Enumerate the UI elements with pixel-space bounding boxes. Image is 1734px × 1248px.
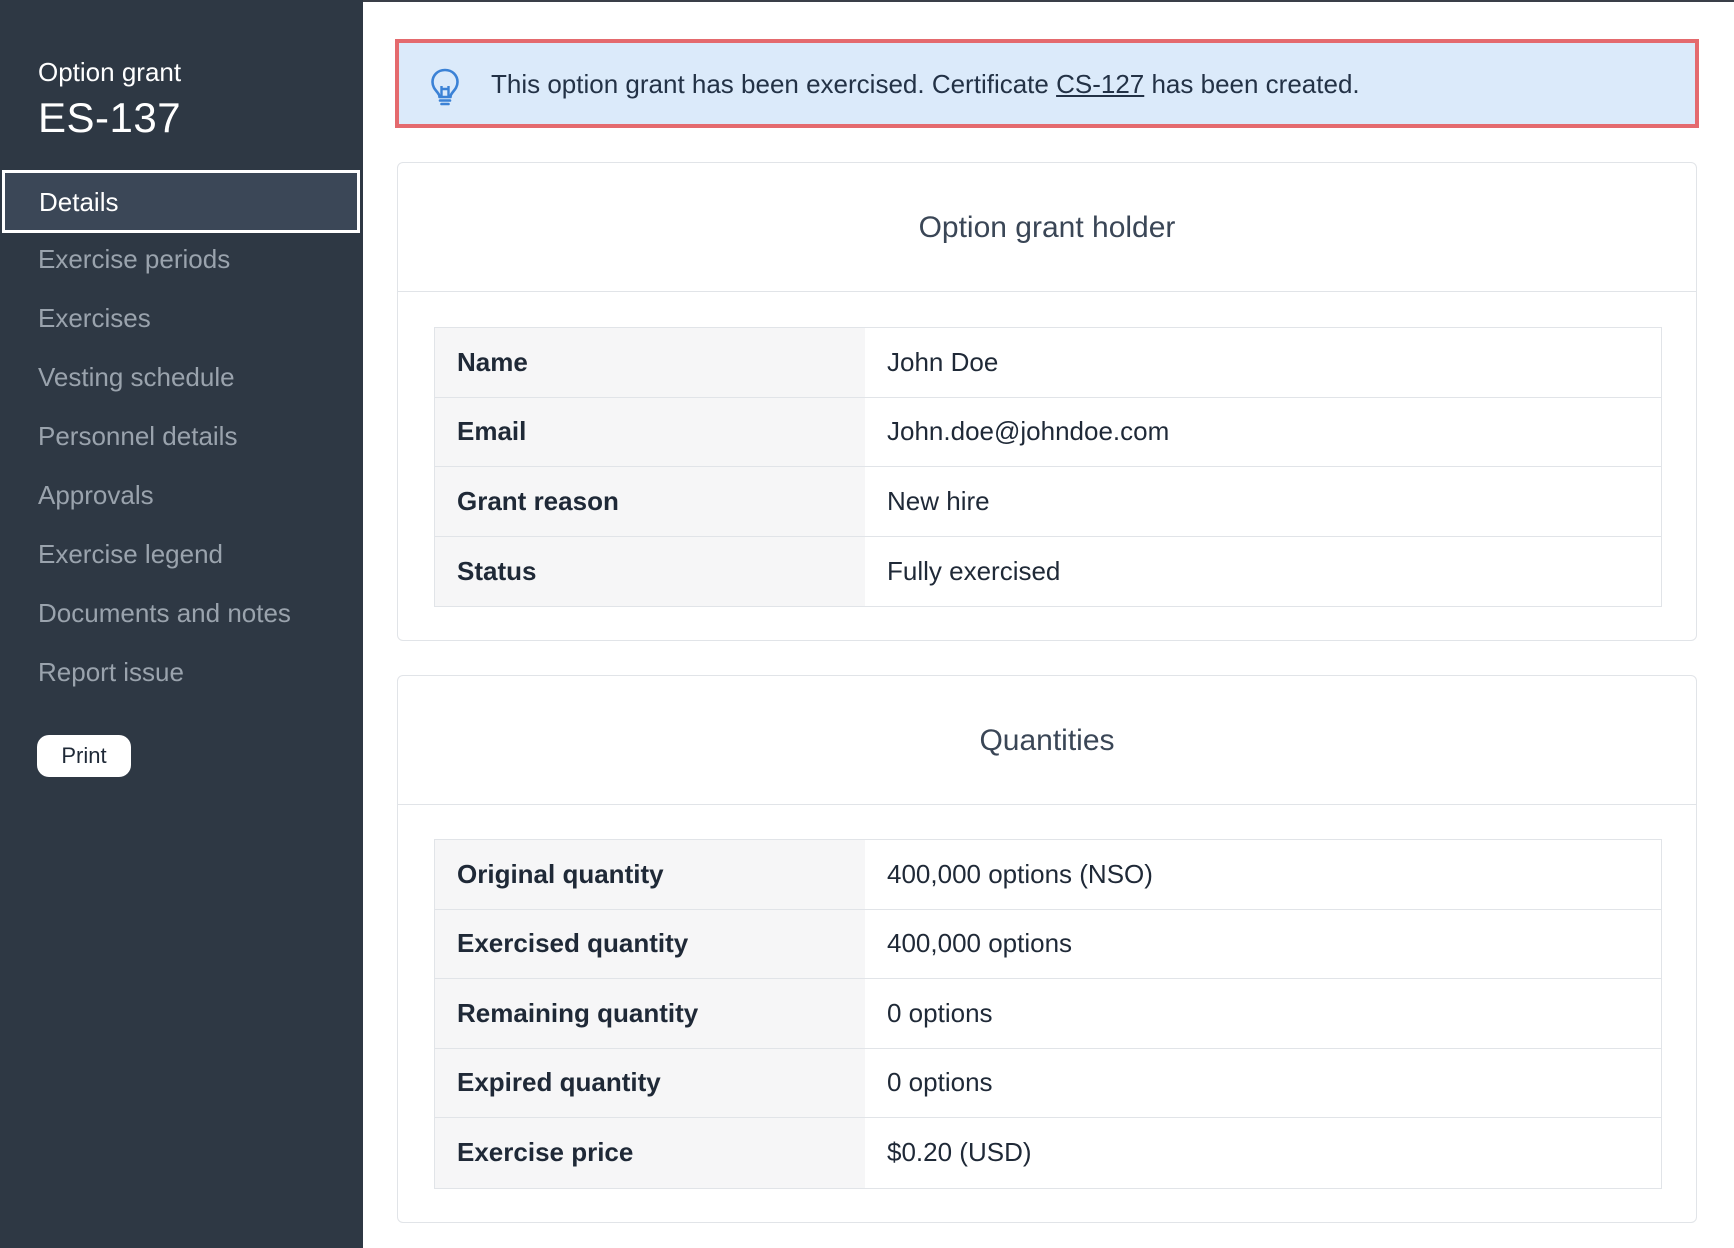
sidebar-item-report-issue[interactable]: Report issue xyxy=(0,642,363,702)
sidebar: Option grant ES-137 Details Exercise per… xyxy=(0,0,363,1248)
row-value: 400,000 options (NSO) xyxy=(887,858,1153,889)
holder-card: Option grant holder Name John Doe Email … xyxy=(397,162,1697,641)
row-value: $0.20 (USD) xyxy=(887,1137,1032,1168)
table-row: Remaining quantity 0 options xyxy=(435,979,1661,1049)
banner-text-before: This option grant has been exercised. Ce… xyxy=(491,69,1057,99)
row-label: Grant reason xyxy=(435,467,865,536)
row-value: John Doe xyxy=(887,346,999,377)
row-label: Name xyxy=(435,328,865,397)
row-value: 0 options xyxy=(887,997,993,1028)
exercised-notice-banner: This option grant has been exercised. Ce… xyxy=(395,39,1699,128)
quantities-card-title: Quantities xyxy=(398,676,1696,805)
sidebar-item-exercise-legend[interactable]: Exercise legend xyxy=(0,524,363,584)
lightbulb-icon xyxy=(431,68,459,106)
row-label: Status xyxy=(435,536,865,606)
row-label: Email xyxy=(435,397,865,466)
print-button[interactable]: Print xyxy=(37,735,131,777)
quantities-table: Original quantity 400,000 options (NSO) … xyxy=(434,839,1662,1189)
table-row: Grant reason New hire xyxy=(435,467,1661,537)
sidebar-item-personnel-details[interactable]: Personnel details xyxy=(0,406,363,466)
row-value: New hire xyxy=(887,485,990,516)
grant-id-title: ES-137 xyxy=(38,94,182,141)
sidebar-item-documents-and-notes[interactable]: Documents and notes xyxy=(0,583,363,643)
table-row: Exercised quantity 400,000 options xyxy=(435,909,1661,979)
banner-text-after: has been created. xyxy=(1144,69,1360,99)
row-value: 0 options xyxy=(887,1067,993,1098)
row-label: Remaining quantity xyxy=(435,979,865,1048)
sidebar-item-details[interactable]: Details xyxy=(2,170,360,233)
row-label: Original quantity xyxy=(435,840,865,909)
table-row: Original quantity 400,000 options (NSO) xyxy=(435,840,1661,910)
row-label: Exercised quantity xyxy=(435,909,865,978)
row-label: Expired quantity xyxy=(435,1048,865,1117)
row-label: Exercise price xyxy=(435,1118,865,1188)
table-row: Expired quantity 0 options xyxy=(435,1048,1661,1118)
sidebar-subtitle: Option grant xyxy=(38,57,182,87)
certificate-link[interactable]: CS-127 xyxy=(1056,69,1144,99)
holder-table: Name John Doe Email John.doe@johndoe.com… xyxy=(434,327,1662,607)
row-value: Fully exercised xyxy=(887,555,1061,586)
banner-message: This option grant has been exercised. Ce… xyxy=(491,69,1360,100)
table-row: Status Fully exercised xyxy=(435,536,1661,606)
table-row: Email John.doe@johndoe.com xyxy=(435,397,1661,467)
holder-card-title: Option grant holder xyxy=(398,163,1696,292)
sidebar-item-exercises[interactable]: Exercises xyxy=(0,288,363,348)
table-row: Exercise price $0.20 (USD) xyxy=(435,1118,1661,1188)
quantities-card: Quantities Original quantity 400,000 opt… xyxy=(397,675,1697,1223)
sidebar-item-approvals[interactable]: Approvals xyxy=(0,465,363,525)
sidebar-item-exercise-periods[interactable]: Exercise periods xyxy=(0,229,363,289)
table-row: Name John Doe xyxy=(435,328,1661,398)
sidebar-item-vesting-schedule[interactable]: Vesting schedule xyxy=(0,347,363,407)
row-value: John.doe@johndoe.com xyxy=(887,416,1170,447)
row-value: 400,000 options xyxy=(887,928,1073,959)
